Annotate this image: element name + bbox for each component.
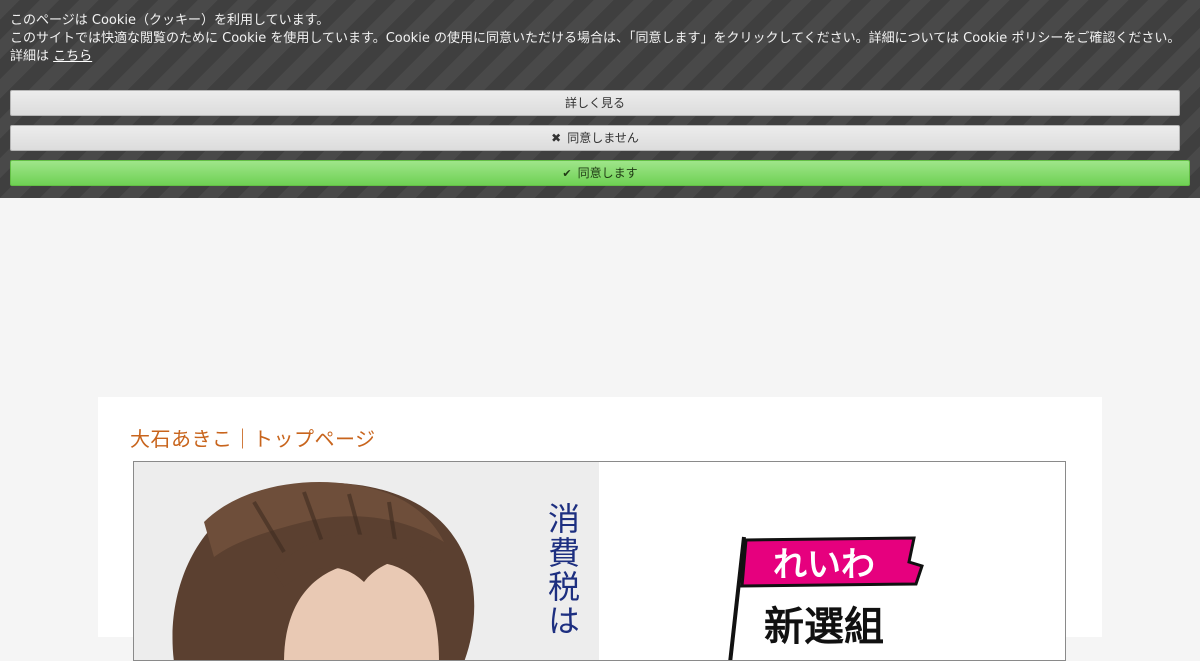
cookie-message-line1: このページは Cookie（クッキー）を利用しています。	[10, 13, 330, 28]
candidate-photo-illustration	[134, 462, 599, 660]
party-logo-graphic: れいわ 新選組	[728, 536, 924, 660]
cookie-decline-button-label: 同意しません	[567, 131, 639, 145]
cookie-banner: このページは Cookie（クッキー）を利用しています。 このサイトでは快適な閲…	[0, 0, 1200, 198]
content-card: 大石あきこ｜トップページ 消費税は れいわ 新選組	[98, 397, 1102, 661]
close-icon: ✖	[551, 131, 562, 145]
cookie-decline-button[interactable]: ✖ 同意しません	[10, 125, 1180, 151]
candidate-photo: 消費税は	[134, 462, 599, 660]
cookie-details-button[interactable]: 詳しく見る	[10, 90, 1180, 116]
page-title: 大石あきこ｜トップページ	[130, 427, 376, 451]
cookie-details-link[interactable]: こちら	[53, 49, 92, 64]
cookie-message: このページは Cookie（クッキー）を利用しています。 このサイトでは快適な閲…	[10, 12, 1180, 66]
reiwa-logo: れいわ 新選組	[724, 532, 934, 660]
hero-banner[interactable]: 消費税は れいわ 新選組	[133, 461, 1066, 661]
cookie-message-line3: 詳細は こちら	[10, 48, 1180, 66]
cookie-details-prefix: 詳細は	[10, 49, 50, 64]
logo-text-top: れいわ	[773, 545, 875, 585]
cookie-accept-button[interactable]: ✔ 同意します	[10, 160, 1190, 186]
cookie-message-line2: このサイトでは快適な閲覧のために Cookie を使用しています。Cookie …	[10, 31, 1181, 46]
logo-text-bottom: 新選組	[764, 603, 884, 650]
check-icon: ✔	[562, 167, 572, 180]
cookie-details-button-label: 詳しく見る	[564, 96, 625, 110]
campaign-slogan: 消費税は	[543, 502, 581, 638]
cookie-accept-button-label: 同意します	[577, 166, 638, 180]
